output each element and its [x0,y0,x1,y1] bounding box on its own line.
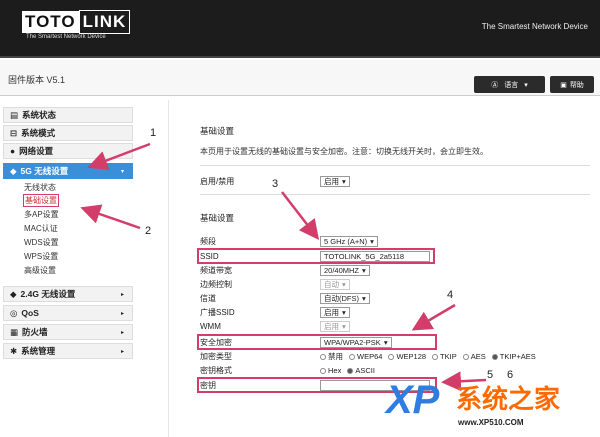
annotation-number: 4 [447,289,454,301]
arrow-1 [87,142,151,171]
annotation-number: 3 [272,178,279,190]
watermark: XP 系统之家 www.XP510.COM [386,378,600,437]
arrow-3 [281,191,320,240]
watermark-url: www.XP510.COM [458,418,524,427]
annotation-number: 2 [145,225,152,237]
arrow-2 [80,204,141,230]
watermark-cn: 系统之家 [456,384,561,414]
annotation-number: 1 [150,127,157,139]
arrow-4 [411,303,456,331]
watermark-xp: XP [386,378,440,422]
